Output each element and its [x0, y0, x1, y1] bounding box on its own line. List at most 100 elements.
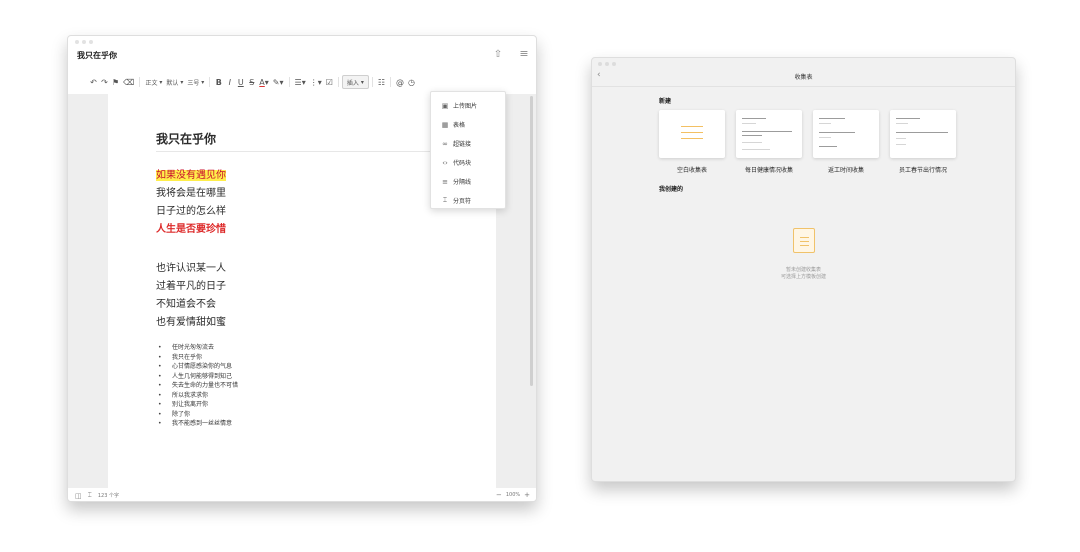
outline-toggle-icon[interactable]: ◫ — [75, 492, 82, 500]
format-toolbar: ↶ ↷ ⚑ ⌫ 正文 ▾ 默认 ▾ 三号 ▾ B I U S A ▾ ✎▾ ☰▾ … — [88, 74, 533, 90]
template-card[interactable] — [736, 110, 802, 158]
divider-icon: ≡ — [442, 177, 448, 186]
template-card[interactable] — [813, 110, 879, 158]
list-item: 别让我离开你 — [158, 400, 238, 410]
zoom-control: − 100% + — [496, 491, 530, 499]
zoom-in-button[interactable]: + — [524, 491, 530, 499]
highlighted-text: 如果没有遇见你 — [156, 170, 226, 181]
format-painter-icon[interactable]: ⚑ — [110, 75, 121, 89]
template-daily-health[interactable]: 每日健康情况收集 — [736, 110, 802, 174]
menu-item-hyperlink[interactable]: ∞ 超链接 — [431, 134, 505, 153]
list-item: 除了你 — [158, 410, 238, 420]
checklist-button[interactable]: ☑ — [324, 75, 335, 89]
forms-window: ‹ 收集表 新建 空白收集表 每日健康情况收集 返工时间收集 员工春节出行情况 … — [591, 57, 1016, 482]
strikethrough-button[interactable]: S — [246, 75, 257, 89]
list-item: 我只在乎你 — [158, 353, 238, 363]
toolbar-divider — [209, 77, 211, 87]
font-size-select[interactable]: 三号 ▾ — [185, 75, 206, 89]
menu-item-code-block[interactable]: ‹› 代码块 — [431, 153, 505, 172]
zoom-level: 100% — [505, 492, 521, 498]
outline-icon[interactable]: ☷ — [376, 75, 387, 89]
insert-button[interactable]: 插入 ▾ — [341, 75, 369, 89]
list-button[interactable]: ⋮▾ — [308, 75, 324, 89]
status-left: ◫ ⌶ 123 个字 — [75, 491, 119, 500]
image-icon: ▣ — [441, 101, 449, 110]
list-item: 失去生命的力量也不可惜 — [158, 381, 238, 391]
scrollbar[interactable] — [530, 96, 533, 386]
font-size-value: 三号 — [187, 79, 200, 87]
menu-item-upload-image[interactable]: ▣ 上传图片 — [431, 96, 505, 115]
font-color-button[interactable]: A ▾ — [257, 75, 271, 89]
toolbar-divider — [390, 77, 391, 87]
section-mine-heading: 我创建的 — [659, 186, 684, 193]
undo-icon[interactable]: ↶ — [88, 75, 99, 89]
zoom-out-button[interactable]: − — [496, 491, 502, 499]
empty-state-line: 可选择上方模板创建 — [780, 274, 826, 280]
bold-button[interactable]: B — [213, 75, 224, 89]
toolbar-divider — [139, 77, 141, 87]
at-mention-icon[interactable]: @ — [394, 75, 406, 89]
template-spring-festival[interactable]: 员工春节出行情况 — [890, 110, 956, 174]
text-line: 过着平凡的日子 — [156, 281, 226, 292]
align-button[interactable]: ☰▾ — [293, 75, 308, 89]
window-controls[interactable] — [75, 40, 93, 44]
text-line: 我将会是在哪里 — [156, 188, 226, 199]
italic-button[interactable]: I — [224, 75, 235, 89]
template-label: 空白收集表 — [676, 167, 707, 174]
stanza-two: 也许认识某一人 过着平凡的日子 不知道会不会 也有爱情甜如蜜 — [156, 260, 226, 332]
link-icon: ∞ — [442, 139, 448, 148]
list-icon — [681, 126, 703, 142]
template-label: 员工春节出行情况 — [898, 167, 947, 174]
menu-item-label: 分隔线 — [453, 179, 472, 186]
section-new-heading: 新建 — [659, 98, 672, 105]
bullet-list: 任时光匆匆流去 我只在乎你 心甘情愿感染你的气息 人生几何能够得到知己 失去生命… — [158, 343, 238, 429]
paragraph-style-select[interactable]: 正文 ▾ — [143, 75, 164, 89]
template-card[interactable] — [659, 110, 725, 158]
empty-state-line: 暂未创建收集表 — [785, 267, 821, 273]
menu-item-label: 超链接 — [453, 141, 472, 148]
template-card[interactable] — [890, 110, 956, 158]
window-title: 收集表 — [794, 74, 813, 81]
toolbar-divider — [337, 77, 339, 87]
font-select[interactable]: 默认 ▾ — [164, 75, 185, 89]
empty-document-icon — [793, 228, 815, 253]
status-bar: ◫ ⌶ 123 个字 − 100% + — [68, 488, 536, 501]
template-label: 每日健康情况收集 — [744, 167, 793, 174]
header-divider — [592, 86, 1015, 87]
word-count: 123 个字 — [97, 493, 119, 499]
stanza-one: 如果没有遇见你 我将会是在哪里 日子过的怎么样 人生是否要珍惜 — [156, 167, 226, 239]
header-bar: ‹ 收集表 — [592, 70, 1015, 84]
window-controls[interactable] — [598, 62, 616, 66]
title-divider — [156, 151, 448, 152]
page-title: 我只在乎你 — [156, 132, 217, 146]
text-line: 如果没有遇见你 — [156, 167, 226, 185]
redo-icon[interactable]: ↷ — [99, 75, 110, 89]
template-blank[interactable]: 空白收集表 — [659, 110, 725, 174]
toolbar-divider — [288, 77, 290, 87]
menu-item-label: 代码块 — [453, 160, 472, 167]
history-icon[interactable]: ◷ — [406, 75, 417, 89]
menu-item-label: 上传图片 — [453, 103, 478, 110]
title-bar: 我只在乎你 ⇧ ≡ — [68, 48, 536, 66]
template-return-time[interactable]: 返工时间收集 — [813, 110, 879, 174]
insert-dropdown-menu: ▣ 上传图片 ▦ 表格 ∞ 超链接 ‹› 代码块 ≡ 分隔线 ⌶ 分页符 — [430, 91, 506, 209]
empty-state-text: 暂未创建收集表 可选择上方模板创建 — [592, 267, 1015, 281]
share-icon[interactable]: ⇧ — [492, 49, 504, 61]
menu-item-page-break[interactable]: ⌶ 分页符 — [431, 191, 505, 210]
clear-format-icon[interactable]: ⌫ — [121, 75, 136, 89]
paragraph-style-value: 正文 — [145, 79, 158, 87]
table-icon: ▦ — [441, 120, 449, 129]
menu-item-divider[interactable]: ≡ 分隔线 — [431, 172, 505, 191]
list-item: 所以我求求你 — [158, 391, 238, 401]
underline-button[interactable]: U — [235, 75, 246, 89]
template-label: 返工时间收集 — [827, 167, 864, 174]
insert-label: 插入 — [346, 79, 359, 87]
page-break-icon[interactable]: ⌶ — [88, 491, 92, 500]
code-icon: ‹› — [442, 158, 448, 167]
page-break-icon: ⌶ — [442, 196, 448, 204]
toolbar-divider — [371, 77, 373, 87]
text-line: 日子过的怎么样 — [156, 206, 226, 217]
menu-icon[interactable]: ≡ — [518, 48, 530, 60]
highlight-color-button[interactable]: ✎▾ — [271, 75, 286, 89]
menu-item-table[interactable]: ▦ 表格 — [431, 115, 505, 134]
